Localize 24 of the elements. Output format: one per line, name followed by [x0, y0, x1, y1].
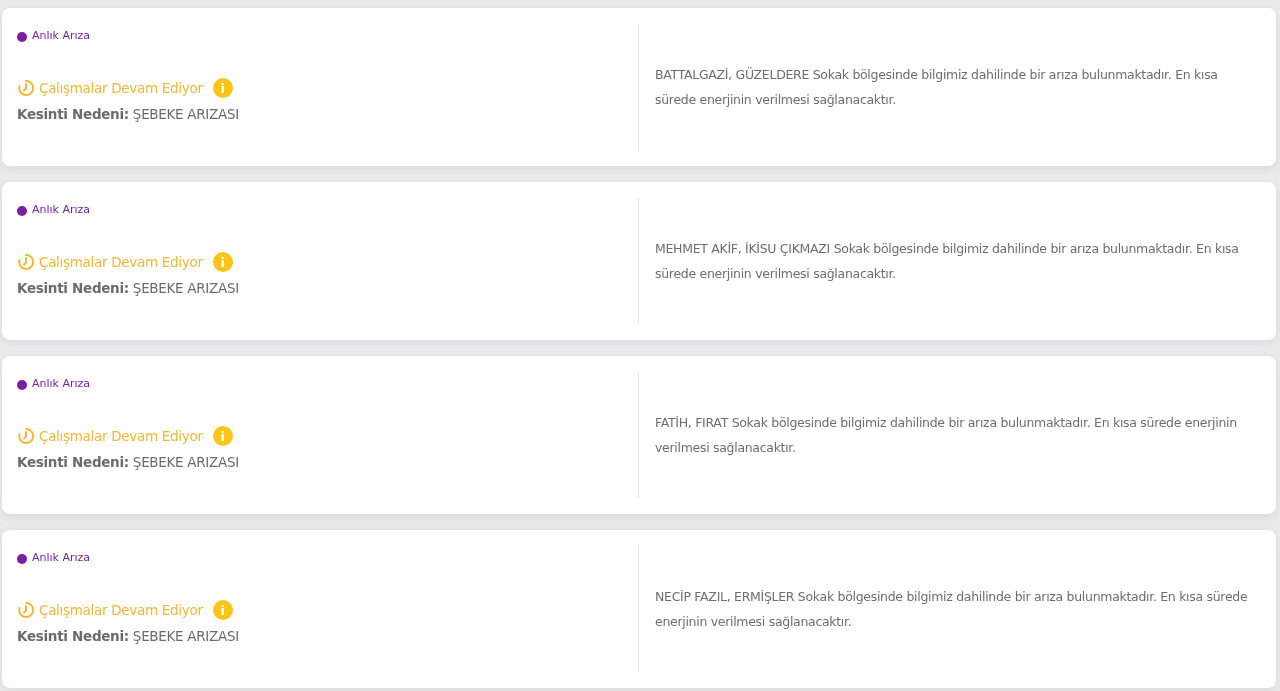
clock-icon — [17, 79, 35, 97]
status-text: Çalışmalar Devam Ediyor — [39, 602, 203, 618]
tag-label: Anlık Arıza — [32, 28, 91, 42]
outage-reason: Kesinti Nedeni: ŞEBEKE ARIZASI — [17, 628, 240, 644]
outage-description: NECİP FAZIL, ERMİŞLER Sokak bölgesinde bilgimiz dahilinde bir arıza bulunmaktadır. En kısa sürede enerjinin verilmesi sağlanacaktır. — [655, 588, 1249, 631]
clock-icon — [17, 601, 35, 619]
clock-icon — [17, 253, 35, 271]
outage-description: FATİH, FIRAT Sokak bölgesinde bilgimiz dahilinde bir arıza bulunmaktadır. En kısa sürede enerjinin verilmesi sağlanacaktır. — [655, 414, 1238, 457]
outage-description: BATTALGAZİ, GÜZELDERE Sokak bölgesinde bilgimiz dahilinde bir arıza bulunmaktadır. En kısa sürede enerjinin verilmesi sağlanacaktır. — [655, 66, 1219, 109]
tag-label: Anlık Arıza — [32, 550, 91, 564]
outage-reason: Kesinti Nedeni: ŞEBEKE ARIZASI — [17, 106, 240, 122]
tag-label: Anlık Arıza — [32, 376, 91, 390]
outage-description: MEHMET AKİF, İKİSU ÇIKMAZI Sokak bölgesinde bilgimiz dahilinde bir arıza bulunmaktadır. En kısa sürede enerjinin verilmesi sağlanacaktır. — [655, 240, 1240, 283]
info-button[interactable]: i — [212, 252, 233, 272]
info-button[interactable]: i — [212, 600, 233, 620]
info-button[interactable]: i — [212, 426, 233, 446]
clock-icon — [17, 427, 35, 445]
status-text: Çalışmalar Devam Ediyor — [39, 428, 203, 444]
info-button[interactable]: i — [212, 78, 233, 98]
outage-reason: Kesinti Nedeni: ŞEBEKE ARIZASI — [17, 454, 240, 470]
outage-reason: Kesinti Nedeni: ŞEBEKE ARIZASI — [17, 280, 240, 296]
status-text: Çalışmalar Devam Ediyor — [39, 254, 203, 270]
status-text: Çalışmalar Devam Ediyor — [39, 80, 203, 96]
tag-label: Anlık Arıza — [32, 202, 91, 216]
